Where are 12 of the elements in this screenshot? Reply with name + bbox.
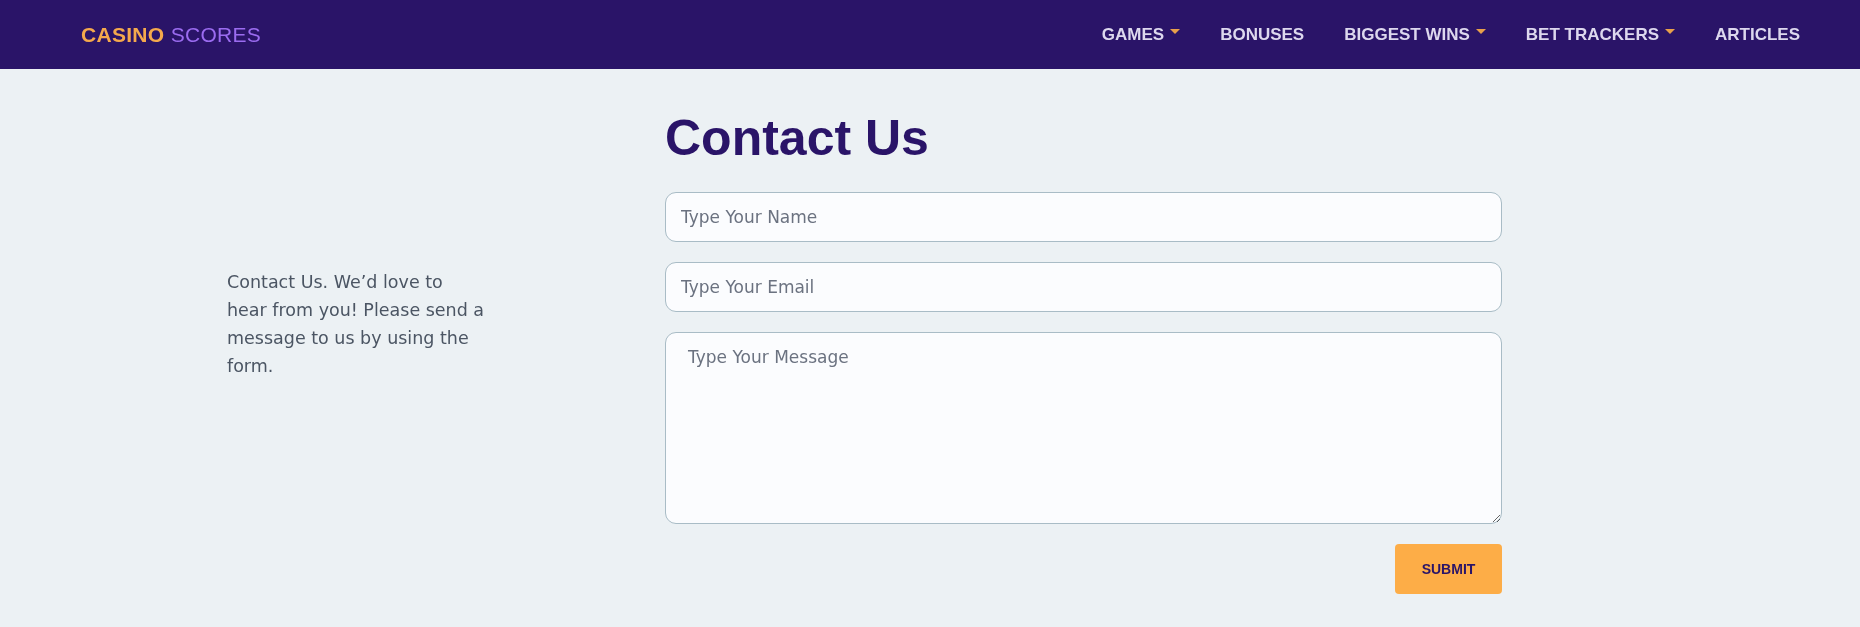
email-field[interactable]: Type Your Email (665, 262, 1502, 312)
nav-link[interactable]: BIGGEST WINS (1344, 24, 1486, 45)
name-field[interactable]: Type Your Name (665, 192, 1502, 242)
nav-link[interactable]: BONUSES (1220, 24, 1305, 45)
site-logo[interactable]: CASINO SCORES (81, 22, 262, 47)
intro-text: Contact Us. We’d love to hear from you! Please send a message to us by using the form. (227, 271, 486, 378)
submit-button[interactable]: SUBMIT (1395, 544, 1502, 594)
message-field[interactable]: Type Your Message (665, 332, 1502, 524)
nav-link[interactable]: BET TRACKERS (1525, 24, 1675, 45)
nav-link[interactable]: ARTICLES (1715, 24, 1800, 45)
nav-link[interactable]: GAMES (1101, 24, 1181, 45)
page-heading: Contact Us (665, 110, 930, 166)
